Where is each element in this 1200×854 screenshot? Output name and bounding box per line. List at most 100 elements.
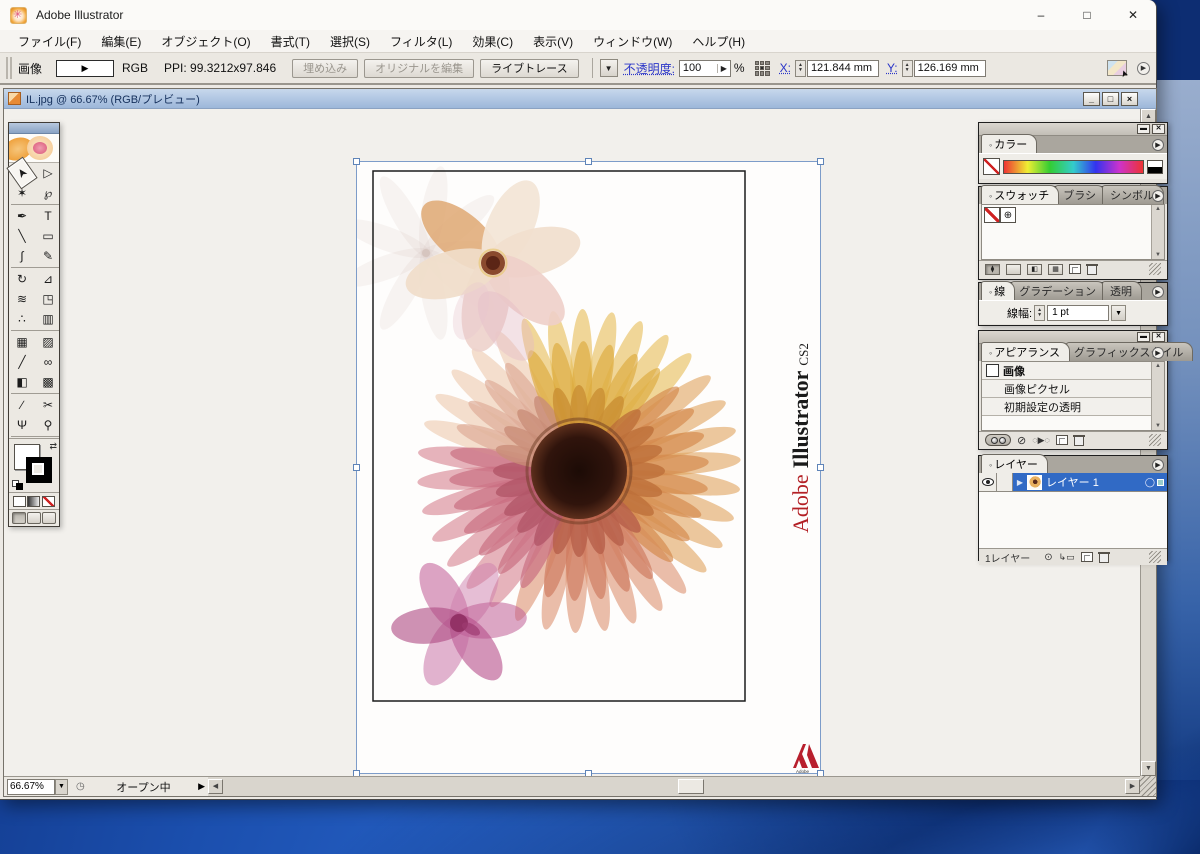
scroll-left-arrow[interactable]: ◀ bbox=[208, 779, 223, 794]
appearance-row-image[interactable]: 画像 bbox=[982, 362, 1164, 380]
live-trace-button[interactable]: ライブトレース bbox=[480, 59, 578, 78]
y-link[interactable]: Y: bbox=[887, 61, 898, 75]
edit-original-button[interactable]: オリジナルを編集 bbox=[364, 59, 474, 78]
menu-view[interactable]: 表示(V) bbox=[523, 31, 583, 52]
type-tool[interactable]: T bbox=[35, 206, 61, 226]
document-title-bar[interactable]: IL.jpg @ 66.67% (RGB/プレビュー) _ □ × bbox=[4, 89, 1156, 109]
control-palette-icon[interactable] bbox=[1107, 60, 1127, 76]
doc-close-button[interactable]: × bbox=[1121, 92, 1138, 106]
stroke-swatch[interactable] bbox=[26, 457, 52, 483]
hand-tool[interactable]: Ψ bbox=[9, 415, 35, 435]
tab-stroke[interactable]: 線 bbox=[981, 281, 1015, 300]
new-art-basic-appearance-button[interactable] bbox=[985, 434, 1011, 446]
horizontal-scrollbar[interactable]: ◀ ▶ bbox=[208, 776, 1140, 796]
new-layer-button[interactable] bbox=[1081, 552, 1093, 562]
swatches-flyout-button[interactable]: ▶ bbox=[1152, 190, 1164, 202]
tab-brushes[interactable]: ブラシ bbox=[1055, 185, 1106, 204]
menu-type[interactable]: 書式(T) bbox=[261, 31, 320, 52]
swap-fill-stroke-icon[interactable]: ⇄ bbox=[49, 441, 57, 452]
y-input[interactable]: 126.169 mm bbox=[914, 60, 986, 77]
symbol-sprayer-tool[interactable]: ∴ bbox=[9, 309, 35, 329]
menu-file[interactable]: ファイル(F) bbox=[8, 31, 91, 52]
status-flyout-button[interactable]: ▶ bbox=[198, 781, 205, 792]
palette-minimize-button[interactable]: ▬ bbox=[1137, 124, 1150, 134]
blend-tool[interactable]: ∞ bbox=[35, 352, 61, 372]
show-color-swatches-button[interactable] bbox=[1006, 264, 1021, 275]
close-button[interactable]: ✕ bbox=[1110, 0, 1156, 30]
stroke-width-stepper[interactable]: ▲▼ bbox=[1034, 305, 1045, 321]
appearance-scrollbar[interactable]: ▲ ▼ bbox=[1151, 362, 1164, 430]
tab-transparency[interactable]: 透明 bbox=[1102, 281, 1142, 300]
fill-stroke-control[interactable]: ⇄ bbox=[9, 438, 59, 492]
selection-handle-e[interactable] bbox=[817, 464, 824, 471]
scale-tool[interactable]: ⊿ bbox=[35, 269, 61, 289]
free-transform-tool[interactable]: ◳ bbox=[35, 289, 61, 309]
stroke-width-dropdown[interactable]: ▼ bbox=[1111, 305, 1126, 321]
menu-edit[interactable]: 編集(E) bbox=[91, 31, 151, 52]
new-sublayer-button[interactable]: ↳▭ bbox=[1059, 552, 1075, 563]
new-swatch-button[interactable] bbox=[1069, 264, 1081, 274]
control-bar-flyout-menu[interactable]: ▶ bbox=[1137, 62, 1150, 75]
maximize-button[interactable]: □ bbox=[1064, 0, 1110, 30]
show-pattern-swatches-button[interactable]: ▦ bbox=[1048, 264, 1063, 275]
clear-appearance-button[interactable]: ⊘ bbox=[1017, 434, 1026, 447]
color-spectrum-bar[interactable] bbox=[1003, 160, 1144, 174]
selection-handle-w[interactable] bbox=[353, 464, 360, 471]
palette-resize-corner[interactable] bbox=[1149, 263, 1161, 275]
opacity-link[interactable]: 不透明度: bbox=[624, 60, 675, 77]
palette-resize-corner[interactable] bbox=[1149, 434, 1161, 446]
layer-visibility-toggle[interactable] bbox=[979, 473, 997, 491]
tab-layers[interactable]: レイヤー bbox=[981, 454, 1048, 473]
layer-expand-triangle[interactable]: ▶ bbox=[1013, 478, 1027, 487]
tab-color[interactable]: カラー bbox=[981, 134, 1037, 153]
x-link[interactable]: X: bbox=[780, 61, 791, 75]
none-color-swatch[interactable] bbox=[983, 158, 1000, 175]
scroll-down-arrow[interactable]: ▼ bbox=[1155, 423, 1161, 429]
minimize-button[interactable]: – bbox=[1018, 0, 1064, 30]
scroll-down-arrow[interactable]: ▼ bbox=[1155, 252, 1161, 258]
menu-effect[interactable]: 効果(C) bbox=[462, 31, 523, 52]
opacity-flyout-icon[interactable]: ▶ bbox=[717, 64, 727, 73]
scroll-down-arrow[interactable]: ▼ bbox=[1141, 761, 1156, 776]
menu-help[interactable]: ヘルプ(H) bbox=[682, 31, 755, 52]
rectangle-tool[interactable]: ▭ bbox=[35, 226, 61, 246]
layer-row-1[interactable]: ▶ レイヤー 1 ◯ bbox=[979, 473, 1167, 492]
magic-wand-tool[interactable]: ✶ bbox=[9, 183, 35, 203]
default-fill-stroke-icon[interactable] bbox=[12, 480, 23, 490]
layer-lock-toggle[interactable] bbox=[997, 473, 1013, 491]
fullscreen-mode-button[interactable] bbox=[42, 512, 56, 524]
show-all-swatches-button[interactable]: ⧫ bbox=[985, 264, 1000, 275]
menu-window[interactable]: ウィンドウ(W) bbox=[583, 31, 682, 52]
embed-button[interactable]: 埋め込み bbox=[292, 59, 358, 78]
stroke-flyout-button[interactable]: ▶ bbox=[1152, 286, 1164, 298]
pen-tool[interactable]: ✒ bbox=[9, 206, 35, 226]
scroll-up-arrow[interactable]: ▲ bbox=[1155, 206, 1161, 212]
x-input[interactable]: 121.844 mm bbox=[807, 60, 879, 77]
lasso-tool[interactable]: ℘ bbox=[35, 183, 61, 203]
gradient-tool[interactable]: ▨ bbox=[35, 332, 61, 352]
delete-layer-button[interactable] bbox=[1099, 552, 1109, 563]
control-bar-grip[interactable] bbox=[6, 57, 12, 79]
layer-selection-indicator[interactable] bbox=[1157, 479, 1164, 486]
mesh-tool[interactable]: ▦ bbox=[9, 332, 35, 352]
y-stepper[interactable]: ▲▼ bbox=[902, 60, 913, 77]
menu-object[interactable]: オブジェクト(O) bbox=[151, 31, 260, 52]
zoom-tool[interactable]: ⚲ bbox=[35, 415, 61, 435]
color-flyout-button[interactable]: ▶ bbox=[1152, 139, 1164, 151]
palette-resize-corner[interactable] bbox=[1149, 551, 1161, 563]
layer-name[interactable]: レイヤー 1 bbox=[1046, 474, 1145, 490]
direct-selection-tool[interactable]: ▷ bbox=[35, 163, 61, 183]
appearance-flyout-button[interactable]: ▶ bbox=[1152, 347, 1164, 359]
menu-filter[interactable]: フィルタ(L) bbox=[380, 31, 462, 52]
scroll-right-arrow[interactable]: ▶ bbox=[1125, 779, 1140, 794]
eyedropper-tool[interactable]: ╱ bbox=[9, 352, 35, 372]
scissors-tool[interactable]: ✂ bbox=[35, 395, 61, 415]
layer-target-icon[interactable]: ◯ bbox=[1145, 477, 1155, 488]
swatches-scrollbar[interactable]: ▲ ▼ bbox=[1151, 205, 1164, 259]
doc-maximize-button[interactable]: □ bbox=[1102, 92, 1119, 106]
selection-handle-n[interactable] bbox=[585, 158, 592, 165]
none-button[interactable] bbox=[42, 496, 55, 507]
rotate-tool[interactable]: ↻ bbox=[9, 269, 35, 289]
color-button[interactable] bbox=[13, 496, 26, 507]
zoom-level-input[interactable]: 66.67% bbox=[7, 779, 55, 795]
